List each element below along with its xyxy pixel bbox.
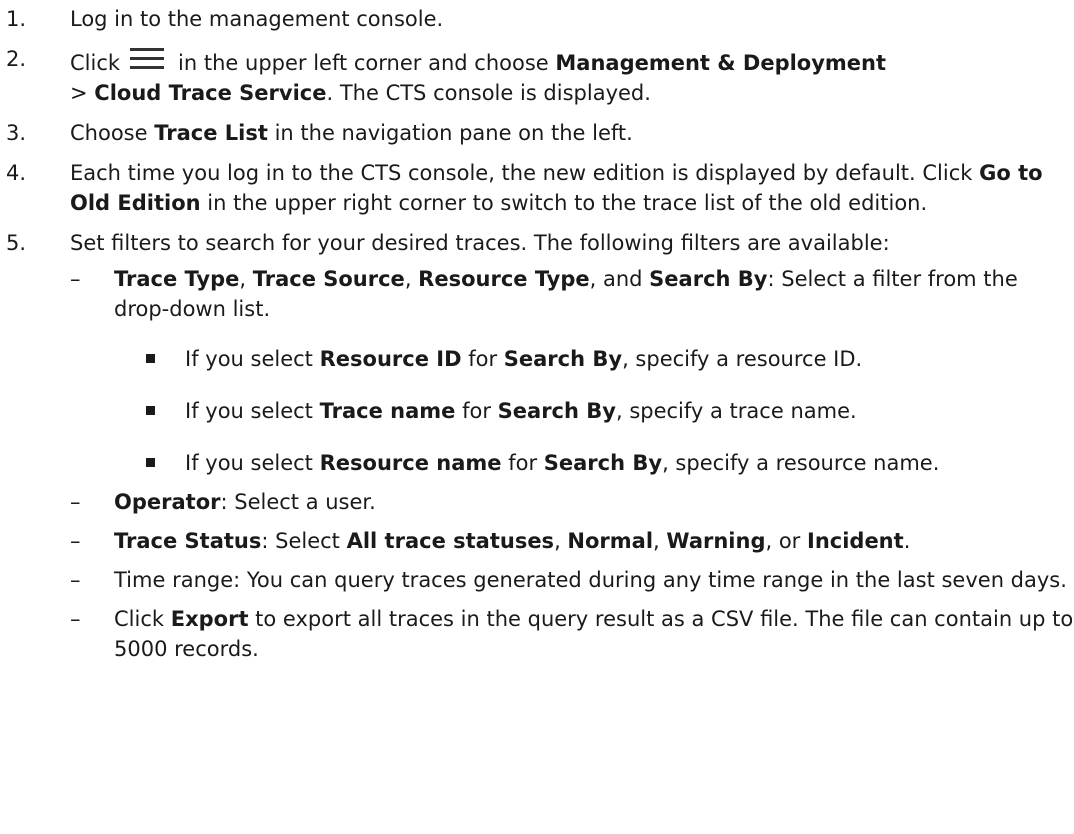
text: for [508,451,538,475]
step-text: Choose [70,121,148,145]
filter-item: – Operator: Select a user. [0,487,1074,517]
filter-term: Trace Status [114,529,262,553]
sub-item: If you select Resource ID for Search By,… [0,344,1074,374]
text: , [653,529,667,553]
export-term: Export [170,607,249,631]
step-text: Log in to the management console. [70,7,444,31]
text: , [404,267,419,291]
filter-item: – Click Export to export all traces in t… [0,604,1074,664]
text: for [462,399,491,423]
dash-bullet: – [70,490,81,514]
square-bullet [146,354,155,363]
text: , and [589,267,650,291]
square-bullet [146,458,155,467]
option-term: Search By [543,451,663,475]
text: for [468,347,498,371]
text: , or [765,529,807,553]
text: If you select [185,399,313,423]
filter-item: – Time range: You can query traces gener… [0,565,1074,595]
step-text: in the navigation pane on the left. [274,121,633,145]
option-term: Trace name [319,399,456,423]
step-number: 2. [6,47,27,71]
step-text: Click [70,51,121,75]
filter-item: – Trace Type, Trace Source, Resource Typ… [0,264,1074,324]
text: , [554,529,568,553]
filter-item: – Trace Status: Select All trace statuse… [0,526,1074,556]
step-text: Set filters to search for your desired t… [70,231,890,255]
status-term: Warning [666,529,766,553]
option-term: Resource name [319,451,502,475]
text: : Select a user. [220,490,376,514]
dash-bullet: – [70,267,81,291]
step-text: . The CTS console is displayed. [326,81,651,105]
status-term: Incident [807,529,904,553]
step-2: 2. Click in the upper left corner and cho… [0,44,1074,108]
step-5: 5. Set filters to search for your desire… [0,228,1074,258]
filter-term: Operator [114,490,221,514]
step-number: 3. [6,121,27,145]
step-text: in the upper left corner and choose [178,51,549,75]
option-term: Search By [503,347,623,371]
filter-term: Trace Type [114,267,240,291]
step-4: 4. Each time you log in to the CTS conso… [0,158,1074,218]
step-3: 3. Choose Trace List in the navigation p… [0,118,1074,148]
square-bullet [146,406,155,415]
trace-list-term: Trace List [154,121,268,145]
step-text: Each time you log in to the CTS console,… [70,161,973,185]
text: . [903,529,911,553]
text: If you select [185,347,313,371]
filter-term: Resource Type [418,267,590,291]
text: to export all traces in the query result… [114,607,1074,661]
sub-item: If you select Trace name for Search By, … [0,396,1074,426]
sub-item: If you select Resource name for Search B… [0,448,1074,478]
text: , specify a resource name. [662,451,940,475]
dash-bullet: – [70,607,81,631]
text: , specify a trace name. [615,399,857,423]
menu-path-service: Cloud Trace Service [94,81,327,105]
dash-bullet: – [70,568,81,592]
option-term: Resource ID [319,347,462,371]
step-number: 4. [6,161,27,185]
filter-term: Search By [649,267,768,291]
step-text: in the upper right corner to switch to t… [207,191,928,215]
text: If you select [185,451,313,475]
text: Click [114,607,165,631]
step-1: 1. Log in to the management console. [0,4,1074,34]
text: : Select [261,529,347,553]
procedure: 1. Log in to the management console. 2. … [0,0,1074,664]
menu-icon [130,44,165,74]
status-term: All trace statuses [346,529,555,553]
menu-path-category: Management & Deployment [555,51,887,75]
path-separator: > [70,81,88,105]
text: , [239,267,253,291]
status-term: Normal [567,529,654,553]
option-term: Search By [497,399,616,423]
step-number: 5. [6,231,27,255]
step-number: 1. [6,7,27,31]
dash-bullet: – [70,529,81,553]
text: , specify a resource ID. [622,347,863,371]
filter-term: Trace Source [252,267,405,291]
text: Time range: You can query traces generat… [114,568,1067,592]
